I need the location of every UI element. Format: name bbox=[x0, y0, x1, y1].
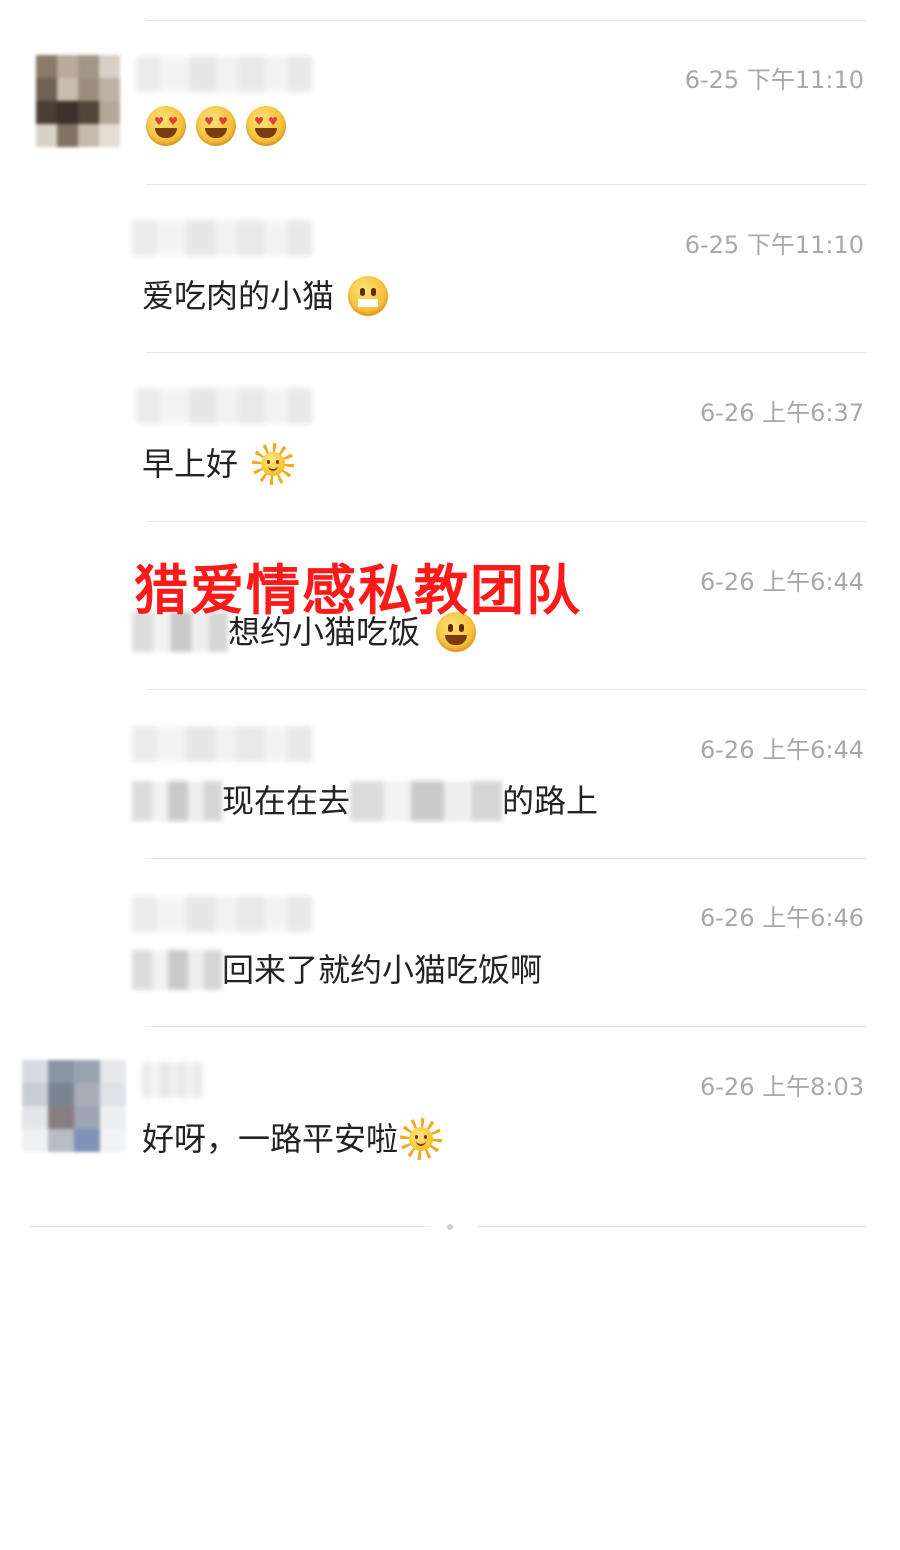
username-redacted[interactable] bbox=[132, 726, 312, 762]
comment-timestamp: 6-26 上午6:37 bbox=[700, 399, 864, 427]
comment-timestamp: 6-26 上午8:03 bbox=[700, 1073, 864, 1101]
comment-text: 爱吃肉的小猫 bbox=[142, 276, 389, 316]
divider bbox=[146, 689, 866, 690]
avatar[interactable] bbox=[22, 1060, 126, 1152]
divider bbox=[146, 858, 866, 859]
heart-eyes-drool-emoji-icon: ♥ ♥ bbox=[196, 106, 236, 146]
comment-text-content: 现在在去 bbox=[222, 782, 351, 820]
grin-emoji-icon bbox=[348, 276, 389, 316]
heart-eyes-drool-emoji-icon: ♥ ♥ bbox=[246, 106, 286, 146]
comment-text-content: 早上好 bbox=[142, 445, 239, 483]
sun-emoji-icon bbox=[252, 443, 295, 485]
comment-timestamp: 6-26 上午6:44 bbox=[700, 736, 864, 764]
comment-timestamp: 6-26 上午6:46 bbox=[700, 904, 864, 932]
username-redacted[interactable] bbox=[142, 1062, 202, 1098]
username-redacted[interactable] bbox=[136, 388, 312, 424]
comment-text-content: 回来了就约小猫吃饭啊 bbox=[222, 951, 543, 989]
comment-text: 好呀，一路平安啦 bbox=[142, 1118, 443, 1160]
comment-timestamp: 6-26 上午6:44 bbox=[700, 568, 864, 596]
heart-eyes-drool-emoji-icon: ♥ ♥ bbox=[146, 106, 186, 146]
username-redacted[interactable] bbox=[132, 896, 312, 932]
username-redacted[interactable] bbox=[132, 220, 312, 256]
comment-timestamp: 6-25 下午11:10 bbox=[684, 66, 864, 94]
avatar[interactable] bbox=[36, 55, 120, 147]
redacted-text bbox=[132, 950, 222, 990]
divider bbox=[146, 352, 866, 353]
divider bbox=[146, 1026, 866, 1027]
comment-text-content: 好呀，一路平安啦 bbox=[142, 1120, 399, 1158]
end-divider-right bbox=[478, 1226, 866, 1227]
comment-text: 回来了就约小猫吃饭啊 bbox=[132, 950, 542, 990]
comment-timestamp: 6-25 下午11:10 bbox=[684, 231, 864, 259]
end-dot-indicator bbox=[447, 1224, 453, 1230]
comment-text-content: 的路上 bbox=[502, 782, 599, 820]
comment-thread: 6-25 下午11:10 ♥ ♥ ♥ ♥ ♥ ♥ 6-25 下午11:10 爱吃肉的小… bbox=[0, 0, 900, 1550]
comment-text: ♥ ♥ ♥ ♥ ♥ ♥ bbox=[146, 106, 286, 146]
redacted-text bbox=[350, 781, 503, 821]
divider bbox=[146, 184, 866, 185]
comment-text: 早上好 bbox=[142, 443, 295, 485]
sun-emoji-icon bbox=[400, 1118, 443, 1160]
end-divider-left bbox=[30, 1226, 430, 1227]
divider bbox=[146, 20, 866, 21]
divider bbox=[146, 521, 866, 522]
redacted-text bbox=[132, 781, 222, 821]
comment-text: 现在在去 的路上 bbox=[132, 781, 598, 821]
comment-text-content: 爱吃肉的小猫 bbox=[142, 277, 335, 315]
username-redacted[interactable] bbox=[136, 56, 312, 92]
watermark-overlay: 猎爱情感私教团队 bbox=[134, 559, 582, 622]
